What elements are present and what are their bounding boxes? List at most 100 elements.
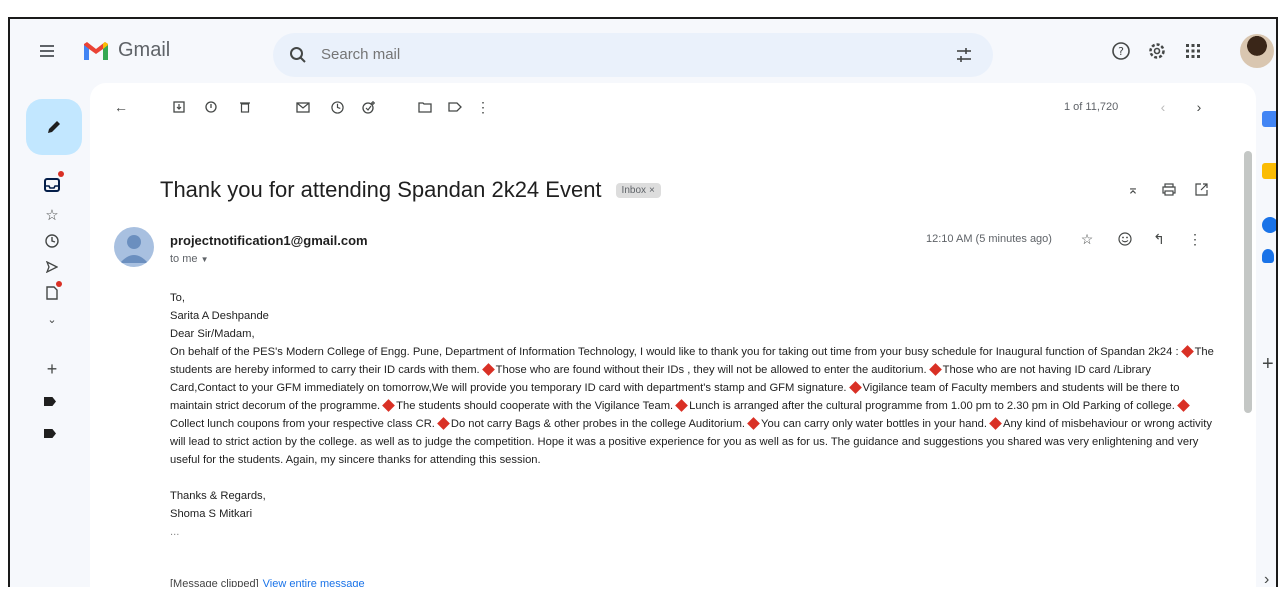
nav-snoozed[interactable] — [40, 231, 64, 251]
nav-sent[interactable] — [40, 257, 64, 277]
search-bar[interactable] — [273, 33, 993, 77]
main-menu-icon[interactable] — [40, 45, 54, 57]
bullet-text: Do not carry Bags & other probes in the … — [450, 418, 746, 430]
reply-button[interactable]: ↰ — [1150, 231, 1168, 247]
bullet-diamond-icon — [382, 399, 396, 412]
nav-starred[interactable]: ☆ — [40, 205, 64, 225]
remove-label-icon[interactable]: × — [649, 185, 655, 196]
plus-icon: + — [46, 358, 58, 379]
account-avatar[interactable] — [1240, 34, 1274, 68]
print-icon — [1162, 182, 1176, 196]
back-button[interactable]: ← — [112, 99, 130, 115]
gmail-logo[interactable]: Gmail — [82, 39, 170, 62]
draft-icon — [46, 286, 58, 300]
collapse-all-button[interactable]: ⌅ — [1124, 181, 1142, 197]
archive-button[interactable] — [170, 99, 188, 115]
email-timestamp: 12:10 AM (5 minutes ago) — [926, 233, 1052, 245]
search-icon[interactable] — [289, 46, 307, 64]
trimmed-content-toggle[interactable]: ... — [170, 523, 1215, 541]
search-options-icon[interactable] — [955, 46, 973, 64]
reply-icon: ↰ — [1153, 230, 1165, 247]
person-icon — [120, 235, 148, 263]
sender-email[interactable]: projectnotification1@gmail.com — [170, 233, 368, 248]
bullet-diamond-icon — [481, 363, 495, 376]
add-task-button[interactable] — [360, 99, 378, 115]
labels-button[interactable] — [446, 99, 464, 115]
salutation: To, — [170, 292, 185, 304]
chevron-down-icon: ⌄ — [47, 313, 57, 326]
recipient-name: Sarita A Deshpande — [170, 310, 269, 322]
back-arrow-icon: ← — [114, 99, 128, 115]
recipient-details[interactable]: to me ▼ — [170, 253, 209, 265]
nav-more[interactable]: ⌄ — [40, 309, 64, 329]
chevron-right-icon: › — [1196, 99, 1202, 115]
nav-inbox[interactable] — [40, 175, 64, 195]
bullet-diamond-icon — [675, 399, 689, 412]
label-text: Inbox — [621, 184, 647, 196]
bullet-text: Collect lunch coupons from your respecti… — [170, 418, 435, 430]
help-icon[interactable]: ? — [1107, 37, 1135, 65]
bullet-diamond-icon — [1176, 399, 1190, 412]
nav-create-label[interactable]: + — [40, 359, 64, 379]
inbox-label-badge[interactable]: Inbox × — [615, 182, 661, 198]
open-new-window-button[interactable] — [1192, 181, 1210, 197]
bullet-text: Lunch is arranged after the cultural pro… — [689, 400, 1175, 412]
label-icon[interactable] — [44, 397, 56, 406]
star-button[interactable]: ☆ — [1078, 231, 1096, 247]
inbox-icon — [44, 178, 60, 192]
bullet-text: The students should cooperate with the V… — [396, 400, 674, 412]
mark-unread-button[interactable] — [294, 99, 312, 115]
older-button[interactable]: › — [1190, 99, 1208, 115]
message-more-button[interactable]: ⋮ — [1186, 231, 1204, 247]
body-paragraph: On behalf of the PES's Modern College of… — [170, 343, 1215, 469]
report-icon — [205, 101, 217, 113]
email-body: To, Sarita A Deshpande Dear Sir/Madam, O… — [170, 289, 1215, 541]
drafts-dot — [56, 281, 62, 287]
signature-name: Shoma S Mitkari — [170, 508, 253, 520]
delete-button[interactable] — [236, 99, 254, 115]
bullet-text: You can carry only water bottles in your… — [761, 418, 987, 430]
subject-row: Thank you for attending Spandan 2k24 Eve… — [160, 177, 661, 203]
bullet-diamond-icon — [928, 363, 942, 376]
add-addon-icon[interactable]: + — [1262, 353, 1274, 376]
archive-icon — [173, 101, 185, 113]
star-icon: ☆ — [1080, 230, 1094, 247]
contacts-icon[interactable] — [1262, 249, 1274, 263]
intro-text: On behalf of the PES's Modern College of… — [170, 346, 1179, 358]
send-icon — [46, 261, 58, 273]
bullet-diamond-icon — [848, 381, 862, 394]
keep-icon[interactable] — [1262, 163, 1276, 179]
trash-icon — [240, 102, 250, 113]
star-icon: ☆ — [45, 207, 59, 224]
svg-text:?: ? — [1118, 45, 1124, 58]
label-outline-icon — [448, 102, 462, 112]
sender-avatar[interactable] — [114, 227, 154, 267]
newer-button[interactable]: ‹ — [1154, 99, 1172, 115]
compose-button[interactable] — [26, 99, 82, 155]
move-to-button[interactable] — [416, 99, 434, 115]
message-toolbar: ← ⋮ 1 of 11,720 ‹ › — [90, 83, 1256, 131]
clipped-text: [Message clipped] — [170, 578, 259, 587]
tasks-icon[interactable] — [1262, 217, 1276, 233]
more-options-button[interactable]: ⋮ — [474, 99, 492, 115]
bullet-diamond-icon — [989, 417, 1002, 430]
search-input[interactable] — [319, 45, 823, 64]
expand-panel-chevron-icon[interactable]: › — [1264, 571, 1269, 587]
mail-icon — [296, 102, 310, 113]
more-vert-icon: ⋮ — [1188, 230, 1202, 247]
settings-gear-icon[interactable] — [1143, 37, 1171, 65]
react-emoji-button[interactable] — [1116, 231, 1134, 247]
snooze-button[interactable] — [328, 99, 346, 115]
calendar-icon[interactable] — [1262, 111, 1276, 127]
view-entire-message-link[interactable]: View entire message — [263, 578, 365, 587]
print-button[interactable] — [1160, 181, 1178, 197]
apps-grid-icon[interactable] — [1179, 37, 1207, 65]
report-spam-button[interactable] — [202, 99, 220, 115]
bullet-diamond-icon — [747, 417, 760, 430]
chevron-left-icon: ‹ — [1160, 99, 1166, 115]
to-me-text: to me — [170, 253, 198, 265]
bullet-diamond-icon — [437, 417, 450, 430]
scrollbar[interactable] — [1244, 151, 1252, 413]
inbox-unread-dot — [58, 171, 64, 177]
label-icon[interactable] — [44, 429, 56, 438]
